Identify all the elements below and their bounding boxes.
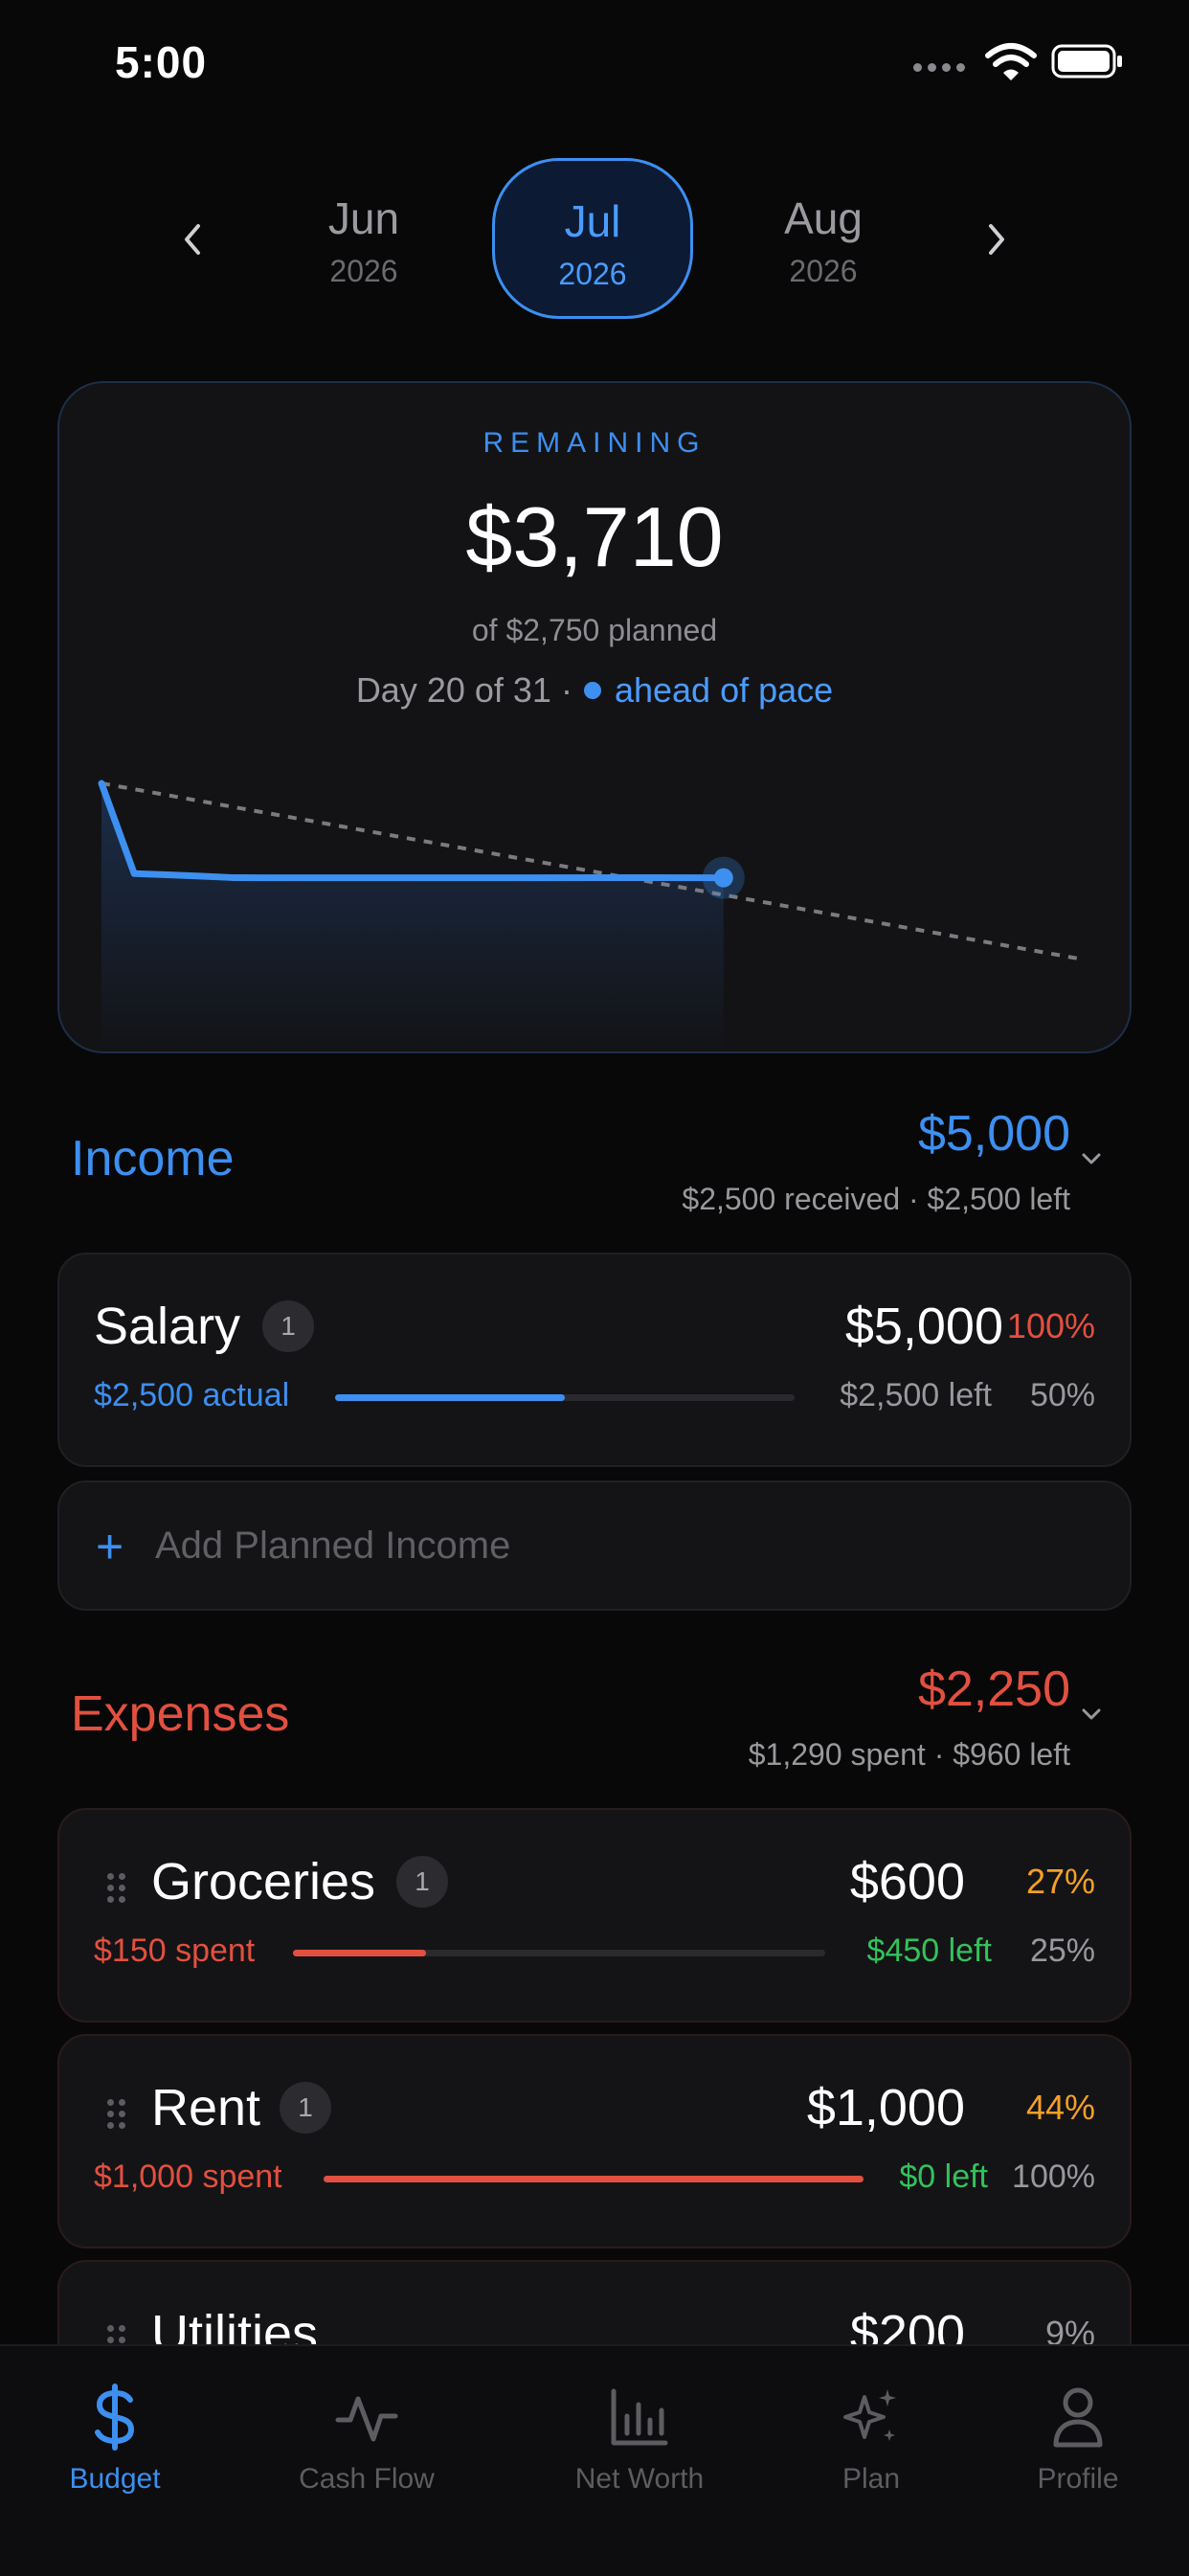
month-next[interactable]: Aug 2026: [723, 158, 924, 319]
chevron-down-icon[interactable]: [1076, 1699, 1107, 1729]
income-item-salary[interactable]: Salary 1 $5,000 100% $2,500 actual $2,50…: [57, 1253, 1132, 1467]
battery-icon: [1051, 44, 1122, 79]
expenses-title: Expenses: [71, 1686, 290, 1742]
item-name: Rent: [151, 2079, 261, 2136]
tab-label: Net Worth: [574, 2463, 705, 2495]
add-income-label: Add Planned Income: [155, 1525, 511, 1567]
item-left: $2,500 left: [840, 1377, 992, 1413]
item-left: $450 left: [866, 1932, 992, 1969]
bar-chart-icon: [534, 2379, 745, 2455]
chevron-left-icon[interactable]: [168, 215, 216, 263]
item-actual: $150 spent: [94, 1932, 256, 1969]
month-prev-year: 2026: [329, 254, 398, 288]
day-progress: Day 20 of 31 ·: [355, 670, 572, 710]
remaining-area: [101, 783, 724, 1051]
sparkles-icon: [766, 2379, 976, 2455]
item-left: $0 left: [899, 2158, 988, 2195]
tab-bar: Budget Cash Flow Net Worth Plan Profile: [0, 2344, 1189, 2576]
item-percent: 44%: [1025, 2088, 1095, 2127]
chevron-down-icon[interactable]: [1076, 1143, 1107, 1174]
pace-dot-icon: [583, 682, 601, 700]
item-used-percent: 25%: [1029, 1932, 1095, 1969]
month-next-year: 2026: [789, 254, 858, 288]
tab-label: Plan: [841, 2463, 901, 2495]
remaining-label: REMAINING: [482, 427, 707, 459]
status-bar: 5:00: [0, 0, 1189, 134]
expense-item-rent[interactable]: Rent 1 $1,000 44% $1,000 spent $0 left 1…: [57, 2034, 1132, 2248]
item-name: Groceries: [151, 1853, 376, 1910]
plus-icon: +: [96, 1520, 124, 1573]
progress-fill: [324, 2176, 864, 2182]
expense-item-groceries[interactable]: Groceries 1 $600 27% $150 spent $450 lef…: [57, 1808, 1132, 2022]
expenses-meta: $1,290 spent · $960 left: [748, 1737, 1070, 1772]
item-actual: $2,500 actual: [94, 1377, 290, 1413]
progress-bar: [335, 1394, 795, 1401]
tab-label: Budget: [69, 2463, 161, 2495]
remaining-line: [98, 780, 728, 882]
tab-net-worth[interactable]: Net Worth: [534, 2379, 745, 2496]
income-meta: $2,500 received · $2,500 left: [682, 1182, 1070, 1216]
tab-label: Profile: [1037, 2463, 1119, 2495]
item-count-badge: 1: [262, 1300, 314, 1352]
month-current[interactable]: Jul 2026: [492, 158, 693, 319]
item-planned: $600: [849, 1853, 965, 1910]
item-used-percent: 50%: [1029, 1377, 1095, 1413]
income-total: $5,000: [917, 1106, 1070, 1162]
remaining-amount: $3,710: [465, 489, 724, 584]
income-title: Income: [71, 1131, 235, 1186]
item-count-badge: 1: [396, 1856, 448, 1908]
month-prev-name: Jun: [327, 193, 400, 243]
item-count-badge: 1: [280, 2082, 331, 2134]
tab-label: Cash Flow: [299, 2463, 435, 2495]
progress-fill: [335, 1394, 565, 1401]
add-planned-income-button[interactable]: + Add Planned Income: [57, 1480, 1132, 1611]
month-selector: Jun 2026 Jul 2026 Aug 2026: [0, 158, 1189, 330]
item-name: Salary: [94, 1298, 241, 1355]
wifi-icon: [985, 43, 1037, 80]
income-header[interactable]: Income $5,000 $2,500 received · $2,500 l…: [0, 1101, 1189, 1235]
item-planned: $5,000: [844, 1298, 1003, 1355]
month-current-name: Jul: [564, 196, 621, 246]
tab-plan[interactable]: Plan: [766, 2379, 976, 2496]
progress-bar: [324, 2176, 864, 2182]
item-percent: 27%: [1025, 1862, 1095, 1901]
progress-fill: [293, 1950, 426, 1956]
current-point: [713, 868, 733, 888]
item-percent: 100%: [1006, 1306, 1095, 1345]
pace-status: Day 20 of 31 · ahead of pace: [59, 670, 1130, 711]
month-prev[interactable]: Jun 2026: [263, 158, 464, 319]
progress-bar: [293, 1950, 825, 1956]
tab-budget[interactable]: Budget: [10, 2379, 220, 2496]
tab-profile[interactable]: Profile: [973, 2379, 1183, 2496]
month-next-name: Aug: [784, 193, 863, 243]
expenses-header[interactable]: Expenses $2,250 $1,290 spent · $960 left: [0, 1657, 1189, 1791]
remaining-planned: of $2,750 planned: [471, 613, 718, 647]
item-used-percent: 100%: [1012, 2158, 1095, 2195]
expenses-total: $2,250: [917, 1661, 1070, 1717]
item-planned: $1,000: [806, 2079, 965, 2136]
remaining-chart: [98, 780, 1085, 1051]
chevron-right-icon[interactable]: [973, 215, 1021, 263]
pulse-icon: [261, 2379, 472, 2455]
pace-text: ahead of pace: [614, 670, 834, 710]
month-current-year: 2026: [558, 257, 627, 291]
person-icon: [973, 2379, 1183, 2455]
tab-cash-flow[interactable]: Cash Flow: [261, 2379, 472, 2496]
remaining-card[interactable]: REMAINING $3,710 of $2,750 planned Day 2…: [57, 381, 1132, 1053]
signal-icon: [913, 63, 971, 75]
dollar-icon: [10, 2379, 220, 2455]
status-time: 5:00: [115, 37, 208, 87]
item-actual: $1,000 spent: [94, 2158, 282, 2195]
